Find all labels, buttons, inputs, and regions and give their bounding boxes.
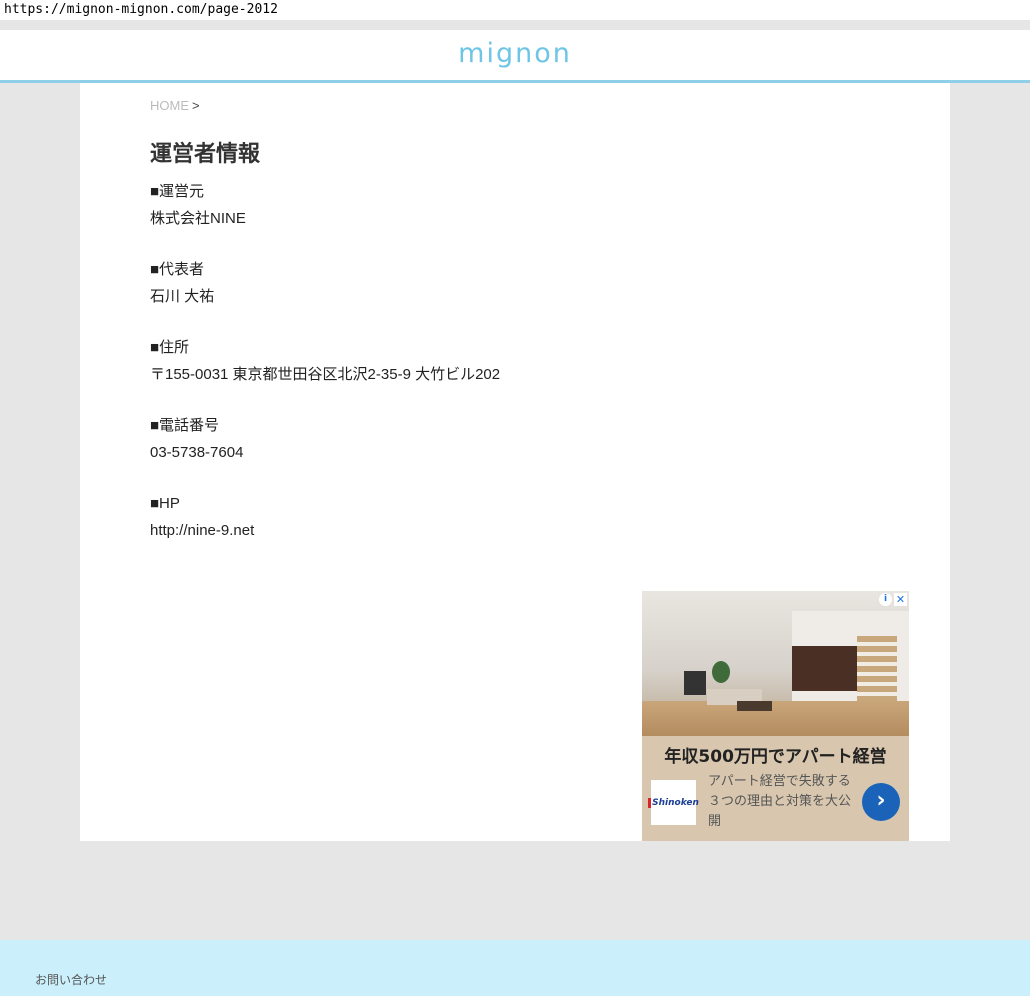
ad-image-table — [737, 701, 772, 711]
address-bar[interactable]: https://mignon-mignon.com/page-2012 — [0, 0, 1030, 20]
info-section-operator: ■運営元 株式会社NINE — [150, 178, 500, 232]
ad-brand-logo-text: Shinoken — [648, 797, 699, 808]
ad-image-floor — [642, 701, 909, 736]
site-header: mignon — [0, 30, 1030, 83]
ad-image-plant — [712, 661, 730, 683]
contact-link[interactable]: お問い合わせ — [35, 971, 107, 988]
info-label: ■電話番号 — [150, 417, 220, 434]
operator-info: ■運営元 株式会社NINE ■代表者 石川 大祐 ■住所 〒155-0031 東… — [150, 178, 500, 568]
info-section-homepage: ■HP http://nine-9.net — [150, 490, 500, 544]
main-content: HOME > 運営者情報 ■運営元 株式会社NINE ■代表者 石川 大祐 ■住所… — [80, 83, 950, 841]
info-value: 03-5738-7604 — [150, 444, 244, 461]
info-section-representative: ■代表者 石川 大祐 — [150, 256, 500, 310]
info-section-address: ■住所 〒155-0031 東京都世田谷区北沢2-35-9 大竹ビル202 — [150, 334, 500, 388]
ad-close-icon[interactable]: ✕ — [894, 593, 907, 606]
site-footer: お問い合わせ — [0, 940, 1030, 996]
breadcrumb: HOME > — [150, 98, 200, 113]
info-label: ■住所 — [150, 339, 190, 356]
info-label: ■代表者 — [150, 261, 205, 278]
ad-controls: i ✕ — [879, 593, 907, 606]
ad-brand-logo[interactable]: Shinoken — [648, 780, 699, 825]
ad-description[interactable]: アパート経営で失敗する３つの理由と対策を大公開 — [708, 772, 858, 832]
ad-headline[interactable]: 年収500万円でアパート経営 — [642, 742, 909, 767]
homepage-link[interactable]: http://nine-9.net — [150, 517, 500, 544]
info-label: ■HP — [150, 495, 180, 512]
advertisement[interactable]: i ✕ 年収500万円でアパート経営 Shinoken アパート経営で失敗する３… — [642, 591, 909, 841]
ad-image[interactable] — [642, 591, 909, 736]
info-value: 石川 大祐 — [150, 288, 215, 305]
info-section-phone: ■電話番号 03-5738-7604 — [150, 412, 500, 466]
info-label: ■運営元 — [150, 183, 205, 200]
ad-image-tv — [684, 671, 706, 695]
info-value: 株式会社NINE — [150, 210, 246, 227]
ad-arrow-icon[interactable]: › — [862, 783, 900, 821]
page-title: 運営者情報 — [150, 142, 261, 167]
ad-info-icon[interactable]: i — [879, 593, 892, 606]
info-value: 〒155-0031 東京都世田谷区北沢2-35-9 大竹ビル202 — [150, 366, 501, 383]
breadcrumb-separator: > — [192, 98, 200, 113]
site-logo[interactable]: mignon — [458, 37, 572, 71]
breadcrumb-home-link[interactable]: HOME — [150, 98, 189, 113]
